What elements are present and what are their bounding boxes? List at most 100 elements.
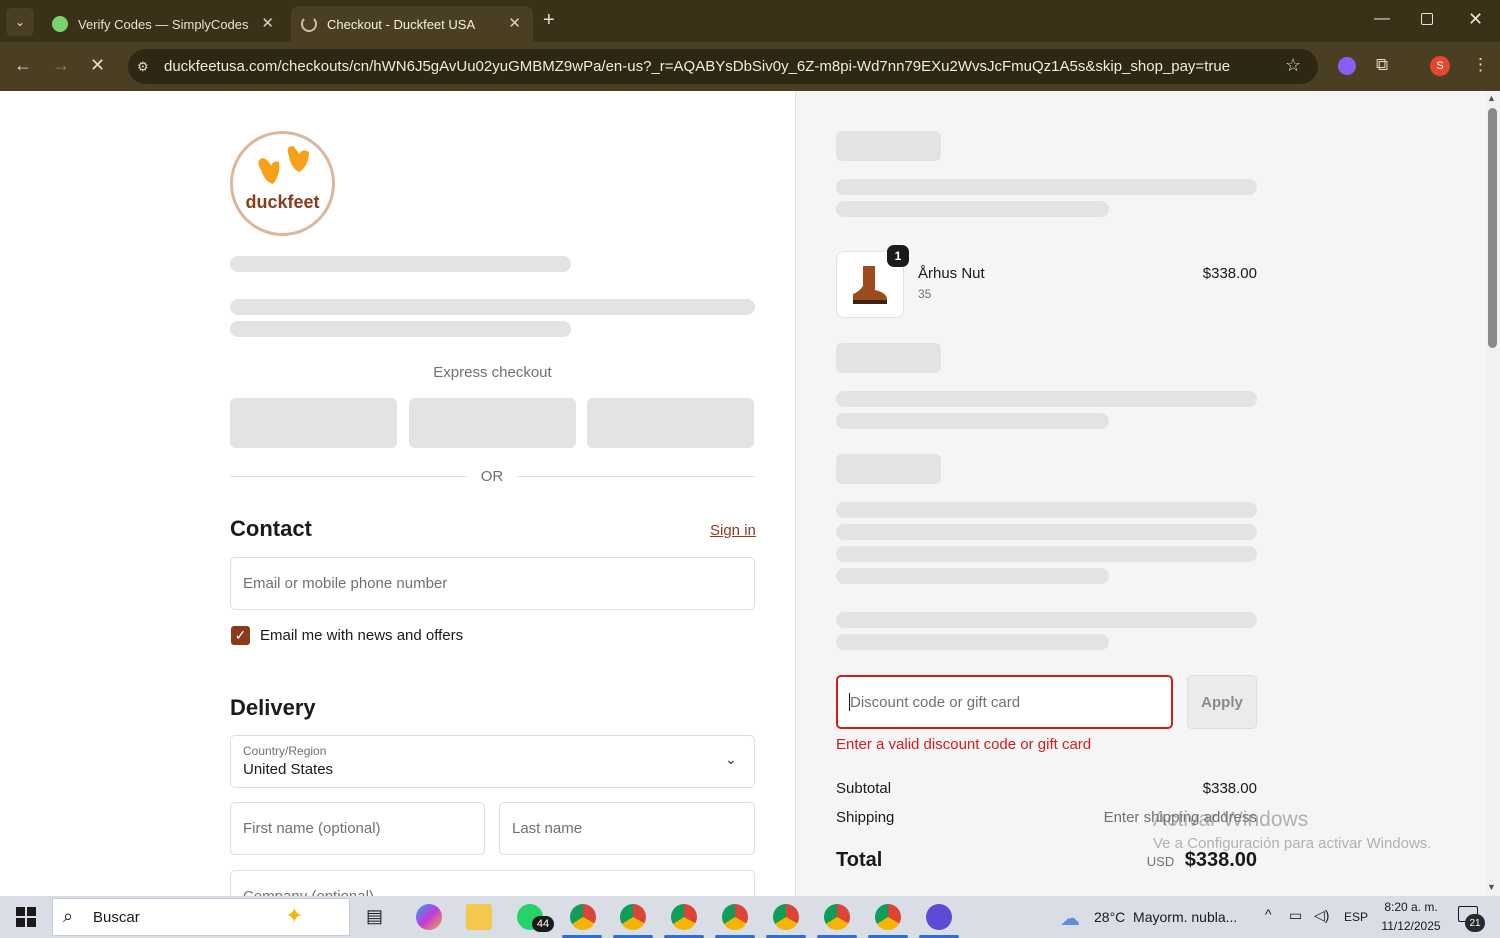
tab-title: Verify Codes — SimplyCodes	[78, 16, 249, 32]
company-field[interactable]: Company (optional)	[230, 870, 755, 896]
search-label: Buscar	[93, 909, 140, 926]
or-label: OR	[480, 468, 504, 485]
country-select[interactable]: Country/Region United States ⌄	[230, 735, 755, 788]
scrollbar-thumb[interactable]	[1488, 108, 1497, 348]
checkout-page: duckfeet Express checkout OR Contact Sig…	[0, 91, 1485, 896]
extensions-puzzle-icon[interactable]: ⧉	[1376, 55, 1388, 75]
network-icon[interactable]: ▭	[1289, 907, 1302, 924]
first-name-placeholder: First name (optional)	[243, 820, 381, 837]
duckfeet-logo: duckfeet	[230, 131, 335, 236]
tab-search-dropdown-icon[interactable]: ⌄	[6, 8, 34, 36]
loading-skeleton	[230, 256, 571, 272]
loading-skeleton	[836, 343, 941, 373]
express-pay-button[interactable]	[409, 398, 576, 448]
windows-start-icon[interactable]	[16, 907, 36, 927]
loading-skeleton	[836, 179, 1257, 195]
close-tab-icon[interactable]: ✕	[508, 14, 521, 32]
bookmark-star-icon[interactable]: ☆	[1285, 55, 1301, 76]
loading-skeleton	[836, 391, 1257, 407]
profile-avatar[interactable]: S	[1430, 56, 1450, 76]
close-window-icon[interactable]: ✕	[1468, 9, 1483, 30]
sign-in-link[interactable]: Sign in	[710, 522, 756, 539]
chrome-profile-icon[interactable]	[773, 904, 799, 930]
order-summary: 1 Århus Nut 35 $338.00 Discount code or …	[795, 91, 1485, 896]
site-info-icon[interactable]: ⚙	[137, 59, 149, 75]
brand-name: duckfeet	[245, 192, 320, 212]
forward-icon[interactable]: →	[52, 55, 70, 76]
shipping-label: Shipping	[836, 809, 895, 826]
duck-feet-icon	[258, 146, 309, 184]
newsletter-label: Email me with news and offers	[260, 627, 464, 644]
copilot-sparkle-icon: ✦	[285, 903, 304, 928]
scroll-up-arrow-icon[interactable]: ▲	[1487, 93, 1496, 103]
scroll-down-arrow-icon[interactable]: ▼	[1487, 882, 1496, 892]
chrome-profile-icon[interactable]	[671, 904, 697, 930]
copilot-icon[interactable]	[416, 904, 442, 930]
loading-skeleton	[836, 502, 1257, 518]
whatsapp-badge: 44	[532, 916, 554, 932]
back-icon[interactable]: ←	[14, 55, 32, 76]
express-checkout-label: Express checkout	[433, 364, 552, 381]
restore-icon[interactable]	[1421, 13, 1433, 25]
last-name-placeholder: Last name	[512, 820, 583, 837]
loading-skeleton	[836, 413, 1109, 429]
notification-count: 21	[1465, 914, 1485, 932]
first-name-field[interactable]: First name (optional)	[230, 802, 485, 855]
discount-code-input[interactable]: Discount code or gift card	[836, 675, 1173, 729]
chrome-profile-icon[interactable]	[620, 904, 646, 930]
weather-cloud-icon: ☁	[1060, 908, 1080, 930]
minimize-icon[interactable]: —	[1374, 10, 1390, 28]
clock-date[interactable]: 11/12/2025	[1374, 919, 1448, 933]
tab-checkout[interactable]: Checkout - Duckfeet USA ✕	[291, 6, 533, 42]
close-tab-icon[interactable]: ✕	[261, 14, 274, 32]
loading-skeleton	[836, 131, 941, 161]
loading-skeleton	[836, 454, 941, 484]
video-app-icon[interactable]	[926, 904, 952, 930]
browser-menu-icon[interactable]: ⋮	[1472, 55, 1489, 75]
last-name-field[interactable]: Last name	[499, 802, 755, 855]
discount-error-message: Enter a valid discount code or gift card	[836, 736, 1092, 753]
divider	[517, 476, 755, 477]
tab-simplycodes[interactable]: Verify Codes — SimplyCodes ✕	[42, 6, 286, 42]
loading-skeleton	[836, 524, 1257, 540]
file-explorer-icon[interactable]	[466, 904, 492, 930]
product-price: $338.00	[1202, 265, 1257, 282]
new-tab-icon[interactable]: +	[543, 9, 555, 32]
weather-text[interactable]: 28°C Mayorm. nubla...	[1094, 909, 1237, 925]
extension-assistant-icon[interactable]	[1338, 57, 1356, 75]
quantity-badge: 1	[887, 245, 909, 267]
product-variant: 35	[918, 287, 932, 301]
language-indicator[interactable]: ESP	[1344, 910, 1368, 924]
browser-tab-bar: ⌄ Verify Codes — SimplyCodes ✕ Checkout …	[0, 0, 1500, 42]
discount-placeholder: Discount code or gift card	[850, 694, 1021, 711]
total-value: $338.00	[1184, 849, 1257, 871]
chrome-profile-icon[interactable]	[570, 904, 596, 930]
email-field[interactable]: Email or mobile phone number	[230, 557, 755, 610]
taskbar-search-box[interactable]: ⌕ Buscar ✦	[52, 898, 350, 936]
loading-spinner-icon	[301, 16, 317, 32]
task-view-icon[interactable]: ▤	[366, 906, 383, 927]
contact-heading: Contact	[230, 516, 312, 541]
divider	[230, 476, 467, 477]
express-pay-button[interactable]	[230, 398, 397, 448]
chrome-profile-icon[interactable]	[875, 904, 901, 930]
apply-button[interactable]: Apply	[1187, 675, 1257, 729]
stop-loading-icon[interactable]: ✕	[90, 55, 105, 76]
total-amount: USD $338.00	[1096, 849, 1257, 872]
delivery-heading: Delivery	[230, 695, 316, 720]
chevron-down-icon: ⌄	[725, 751, 737, 767]
loading-skeleton	[836, 201, 1109, 217]
volume-icon[interactable]: ◁)	[1314, 907, 1329, 924]
simplycodes-favicon-icon	[52, 16, 68, 32]
loading-skeleton	[230, 299, 755, 315]
email-placeholder: Email or mobile phone number	[243, 575, 448, 592]
url-text[interactable]: duckfeetusa.com/checkouts/cn/hWN6J5gAvUu…	[164, 58, 1230, 75]
clock-time[interactable]: 8:20 a. m.	[1376, 900, 1446, 914]
chrome-profile-icon[interactable]	[722, 904, 748, 930]
express-pay-button[interactable]	[587, 398, 754, 448]
show-hidden-icons-icon[interactable]: ^	[1265, 906, 1272, 922]
product-name: Århus Nut	[918, 265, 985, 282]
chrome-profile-icon[interactable]	[824, 904, 850, 930]
country-label: Country/Region	[243, 744, 327, 758]
newsletter-checkbox[interactable]: ✓	[231, 626, 250, 645]
